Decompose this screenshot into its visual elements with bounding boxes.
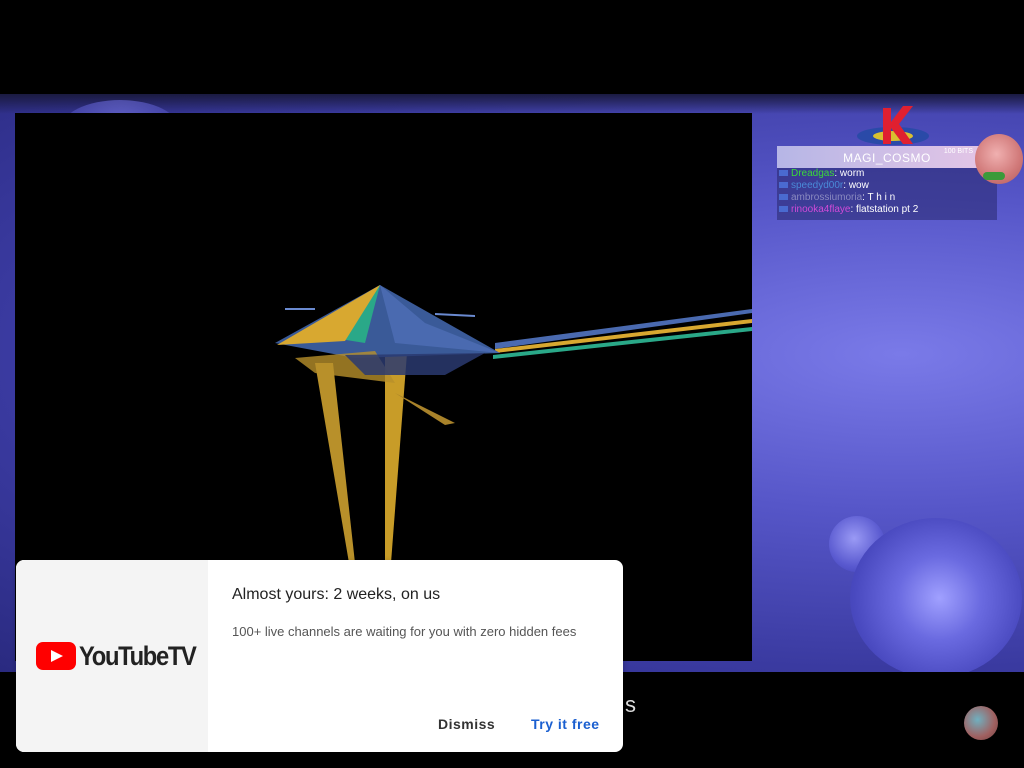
chat-message: Dreadgas: worm (777, 168, 997, 180)
highlight-username: MAGI_COSMO (843, 151, 931, 165)
youtube-play-icon (36, 642, 76, 670)
chat-highlight: MAGI_COSMO 100 BITS (777, 146, 997, 168)
chat-badge-icon (779, 206, 788, 213)
chat-text: : flatstation pt 2 (850, 204, 919, 215)
chat-message: ambrossiumoria: T h i n (777, 192, 997, 204)
youtube-tv-promo-dialog: YouTubeTV Almost yours: 2 weeks, on us 1… (16, 560, 623, 752)
chat-message: rinooka4flaye: flatstation pt 2 (777, 204, 997, 216)
promo-body: 100+ live channels are waiting for you w… (232, 624, 577, 639)
chat-username: speedyd00r (791, 180, 844, 191)
chat-messages: Dreadgas: worm speedyd00r: wow ambrossiumo… (777, 168, 997, 216)
chat-badge-icon (779, 182, 788, 189)
try-it-free-button[interactable]: Try it free (531, 716, 600, 732)
caption-text: s (625, 692, 636, 717)
chat-message: speedyd00r: wow (777, 180, 997, 192)
chat-badge-icon (779, 170, 788, 177)
brand-wordmark: YouTubeTV (79, 640, 197, 671)
dismiss-button[interactable]: Dismiss (438, 716, 495, 732)
background-bubble-large (850, 518, 1022, 672)
chat-username: Dreadgas (791, 168, 835, 179)
chat-text: : wow (843, 180, 869, 191)
streamer-mascot (975, 134, 1023, 184)
chat-badge-icon (779, 194, 788, 201)
promo-brand-panel: YouTubeTV (16, 560, 208, 752)
chat-overlay: MAGI_COSMO 100 BITS Dreadgas: worm speedy… (777, 146, 997, 220)
chat-text: : worm (834, 168, 865, 179)
channel-avatar[interactable] (964, 706, 998, 740)
promo-title: Almost yours: 2 weeks, on us (232, 586, 441, 603)
chat-username: ambrossiumoria (791, 192, 863, 203)
chat-text: : T h i n (862, 192, 896, 203)
youtube-tv-logo: YouTubeTV (36, 640, 211, 671)
chat-username: rinooka4flaye (791, 204, 851, 215)
highlight-amount: 100 BITS (943, 148, 973, 155)
